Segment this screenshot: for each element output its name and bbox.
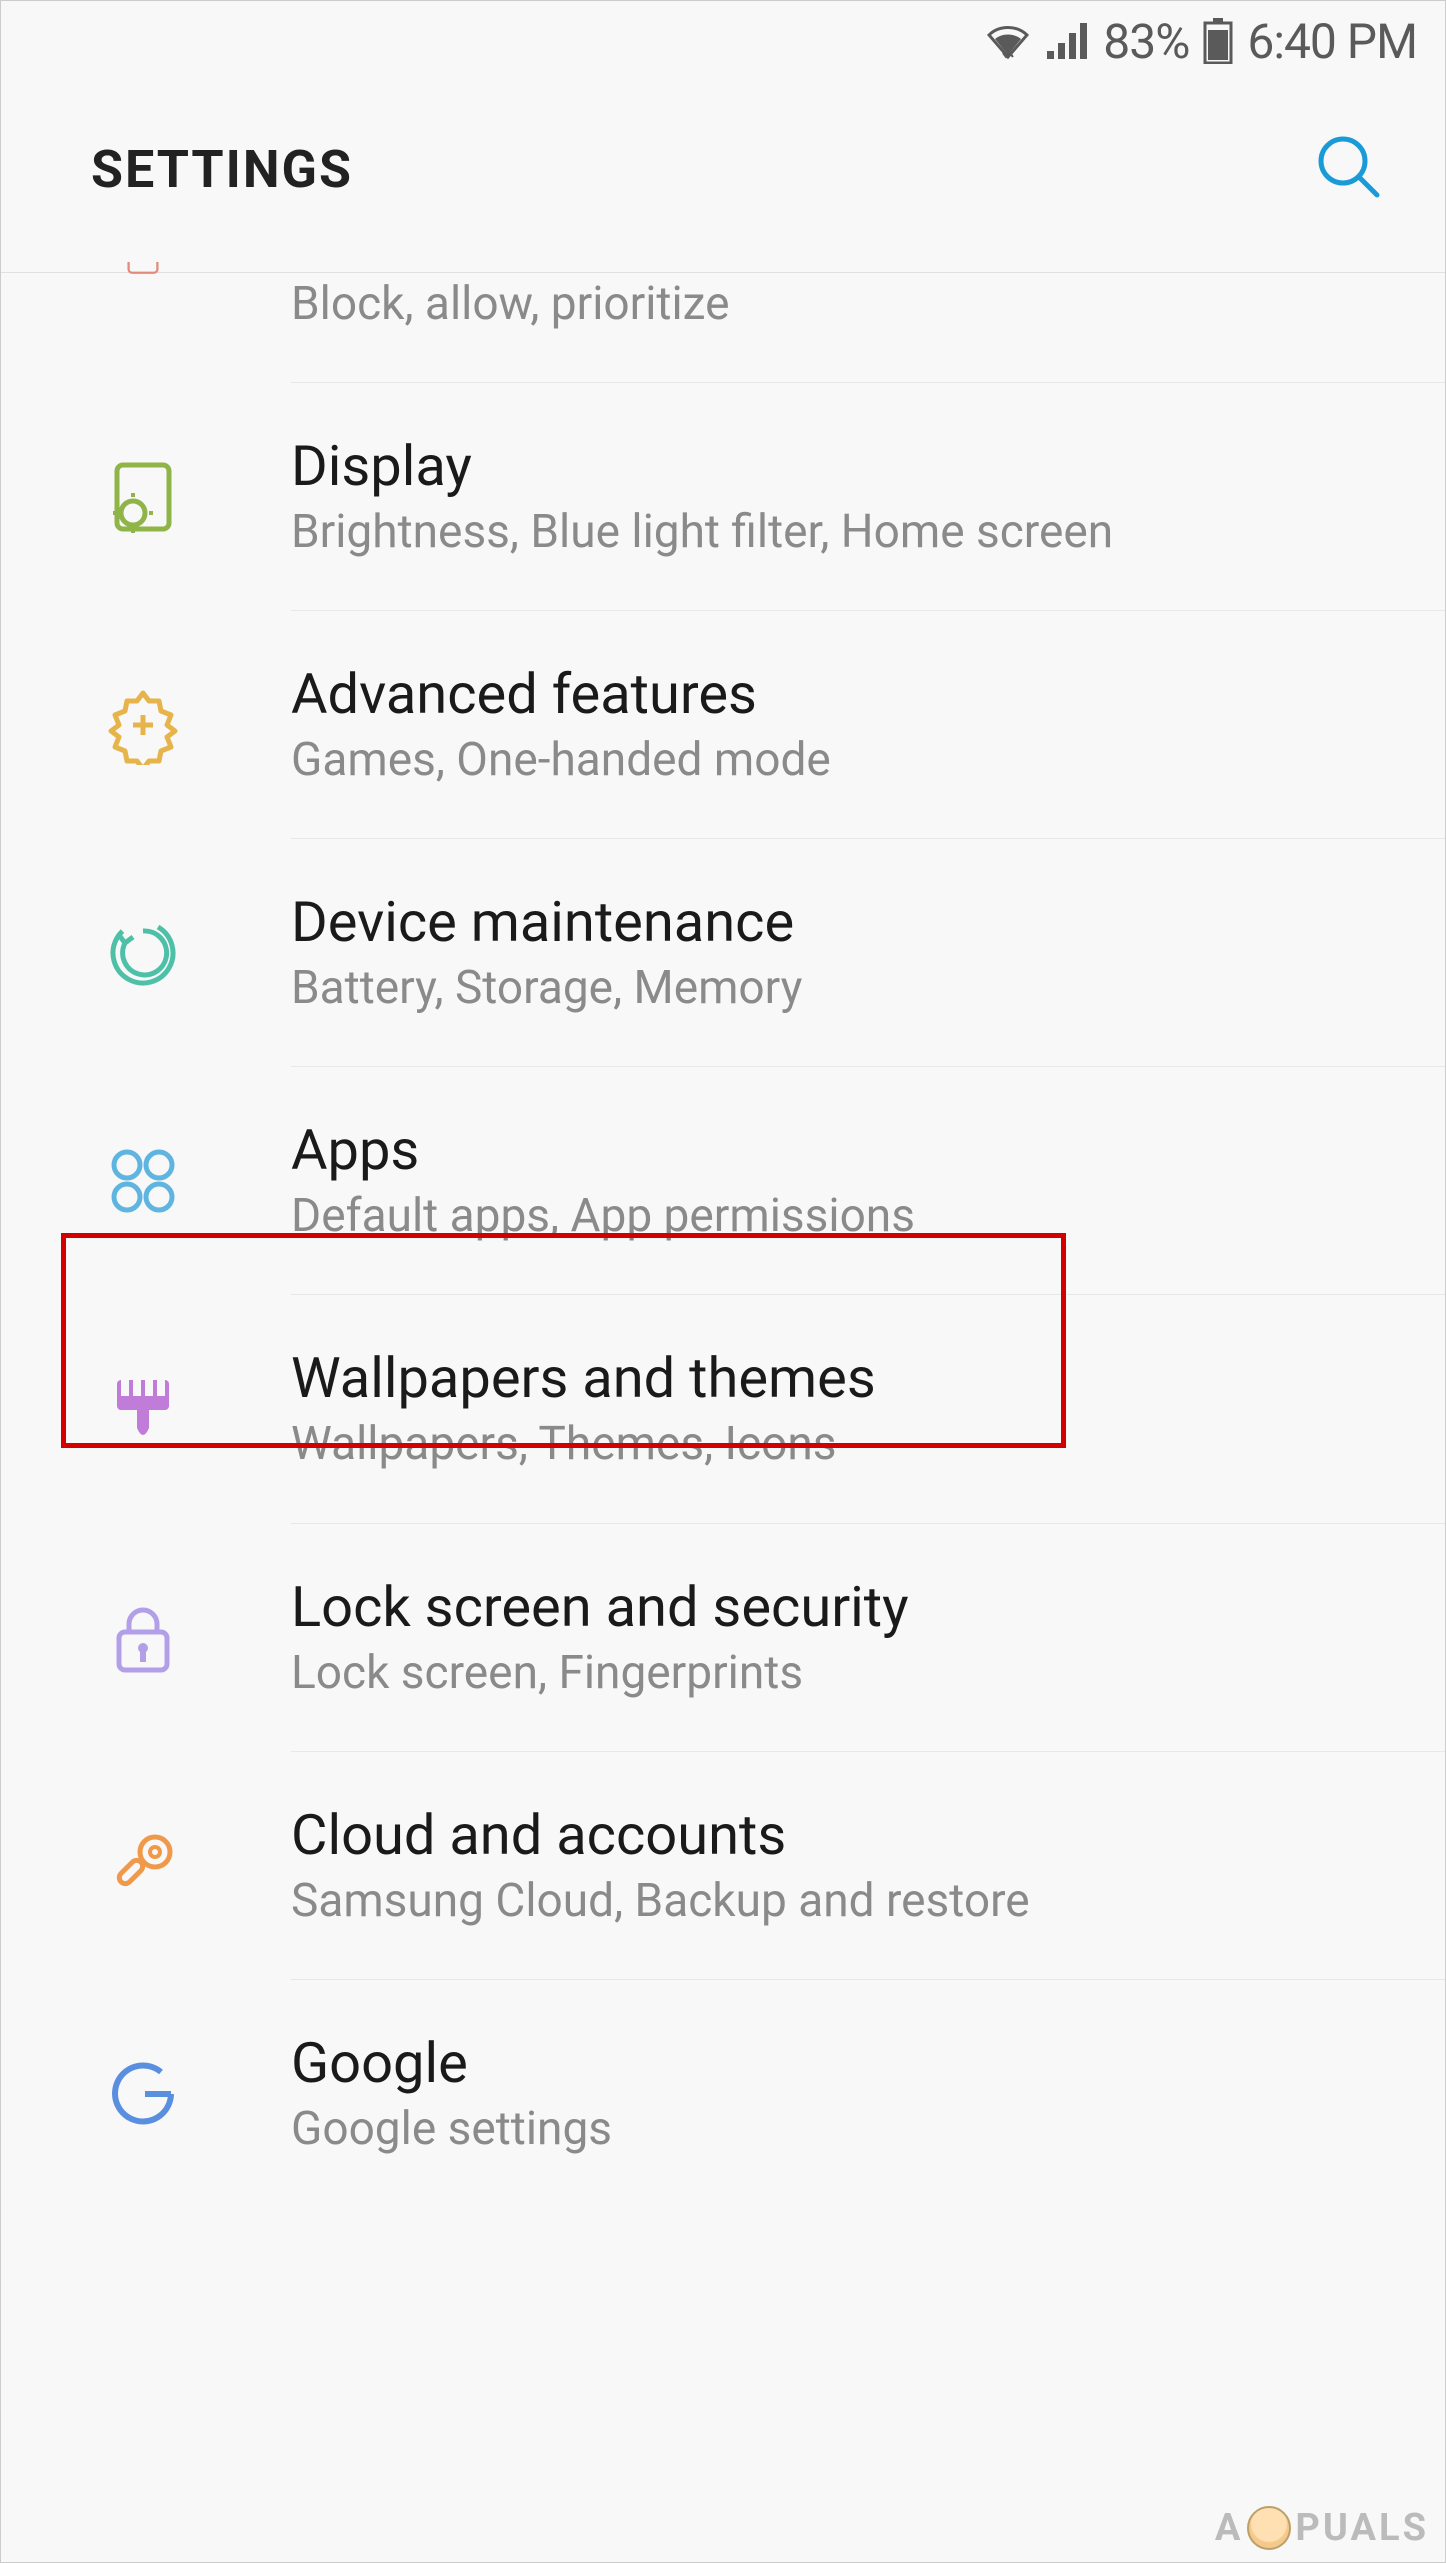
watermark-left: A xyxy=(1215,2506,1244,2550)
settings-item-title: Cloud and accounts xyxy=(291,1800,1445,1870)
search-button[interactable] xyxy=(1303,121,1395,217)
settings-item-subtitle: Block, allow, prioritize xyxy=(291,273,1445,335)
lock-icon xyxy=(101,1596,185,1680)
status-bar: 83% 6:40 PM xyxy=(1,1,1445,81)
app-header: SETTINGS xyxy=(1,81,1445,272)
notifications-icon xyxy=(101,238,185,322)
cloud-accounts-icon xyxy=(101,1824,185,1908)
watermark-right: PUALS xyxy=(1295,2506,1429,2550)
settings-item-apps[interactable]: Apps Default apps, App permissions xyxy=(1,1067,1445,1295)
wifi-icon xyxy=(985,21,1031,61)
settings-item-subtitle: Wallpapers, Themes, Icons xyxy=(291,1413,1445,1475)
watermark-face-icon xyxy=(1247,2506,1291,2550)
settings-item-cloud-accounts[interactable]: Cloud and accounts Samsung Cloud, Backup… xyxy=(1,1752,1445,1980)
settings-item-title: Google xyxy=(291,2028,1445,2098)
battery-icon xyxy=(1203,18,1233,64)
google-icon xyxy=(101,2052,185,2136)
settings-item-subtitle: Default apps, App permissions xyxy=(291,1185,1445,1247)
page-title: SETTINGS xyxy=(91,139,353,200)
settings-item-title: Apps xyxy=(291,1115,1445,1185)
settings-item-subtitle: Battery, Storage, Memory xyxy=(291,957,1445,1019)
advanced-features-icon xyxy=(101,683,185,767)
settings-item-notifications[interactable]: Block, allow, prioritize xyxy=(1,273,1445,383)
settings-item-subtitle: Games, One-handed mode xyxy=(291,729,1445,791)
settings-item-subtitle: Samsung Cloud, Backup and restore xyxy=(291,1870,1445,1932)
clock-time: 6:40 PM xyxy=(1247,13,1417,70)
settings-item-title: Display xyxy=(291,431,1445,501)
watermark: A PUALS xyxy=(1215,2506,1429,2550)
settings-item-subtitle: Brightness, Blue light filter, Home scre… xyxy=(291,501,1445,563)
settings-item-title: Device maintenance xyxy=(291,887,1445,957)
display-icon xyxy=(101,455,185,539)
settings-item-wallpapers[interactable]: Wallpapers and themes Wallpapers, Themes… xyxy=(1,1295,1445,1523)
wallpapers-icon xyxy=(101,1368,185,1452)
settings-item-title: Lock screen and security xyxy=(291,1572,1445,1642)
settings-list[interactable]: Block, allow, prioritize Display Brightn… xyxy=(1,273,1445,2208)
settings-item-title: Advanced features xyxy=(291,659,1445,729)
settings-item-subtitle: Google settings xyxy=(291,2098,1445,2160)
apps-icon xyxy=(101,1139,185,1223)
battery-percent: 83% xyxy=(1103,13,1189,70)
settings-item-lock-screen[interactable]: Lock screen and security Lock screen, Fi… xyxy=(1,1524,1445,1752)
settings-item-advanced-features[interactable]: Advanced features Games, One-handed mode xyxy=(1,611,1445,839)
search-icon xyxy=(1313,131,1385,203)
settings-item-device-maintenance[interactable]: Device maintenance Battery, Storage, Mem… xyxy=(1,839,1445,1067)
settings-item-title: Wallpapers and themes xyxy=(291,1343,1445,1413)
settings-item-subtitle: Lock screen, Fingerprints xyxy=(291,1642,1445,1704)
signal-icon xyxy=(1045,21,1089,61)
device-maintenance-icon xyxy=(101,911,185,995)
settings-item-display[interactable]: Display Brightness, Blue light filter, H… xyxy=(1,383,1445,611)
settings-item-google[interactable]: Google Google settings xyxy=(1,1980,1445,2208)
